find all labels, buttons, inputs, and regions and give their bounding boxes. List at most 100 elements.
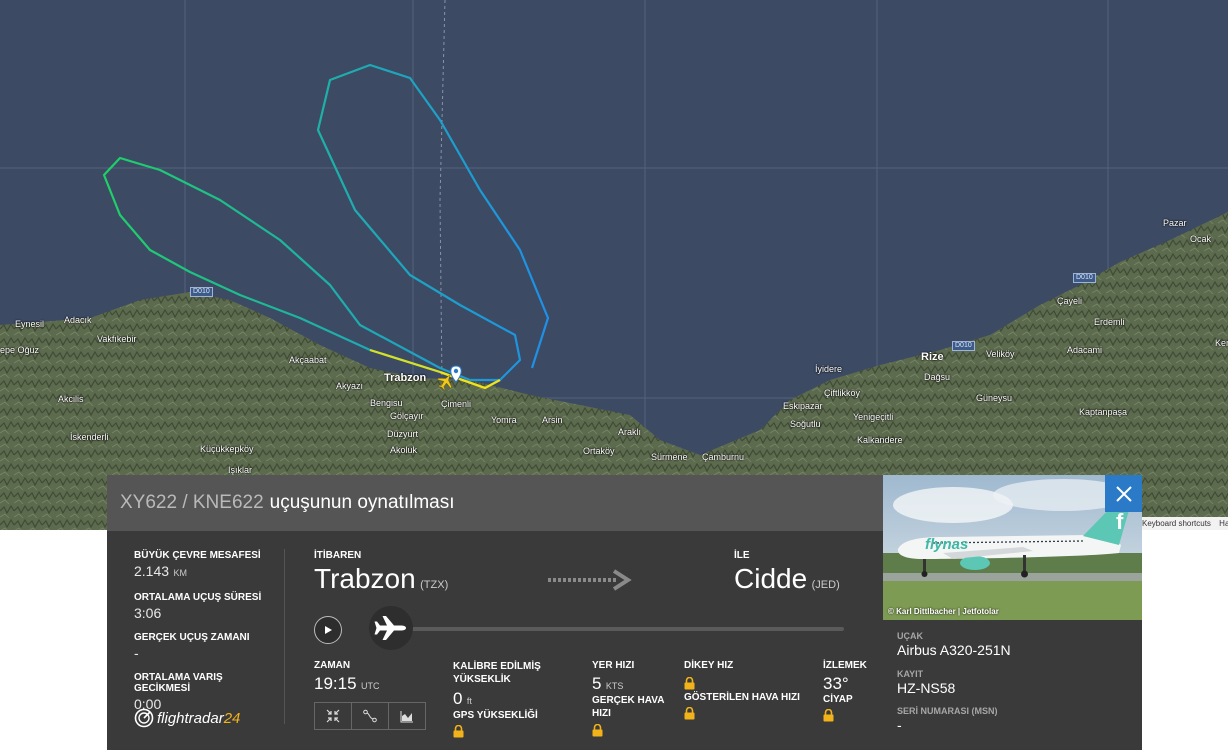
map-label: Adacami bbox=[1067, 345, 1103, 355]
track-block: İZLEMEK 33° CİYAP bbox=[823, 660, 883, 727]
true-airspeed-label: GERÇEK HAVA HIZI bbox=[592, 695, 665, 719]
map-label: Yomra bbox=[491, 415, 517, 425]
map-label: Vakfıkebir bbox=[97, 334, 137, 344]
time-block: ZAMAN 19:15 UTC bbox=[314, 660, 380, 694]
time-unit: UTC bbox=[361, 681, 380, 691]
flight-number: XY622 / KNE622 bbox=[120, 492, 264, 513]
keyboard-shortcuts-link[interactable]: Keyboard shortcuts Ha bbox=[1138, 517, 1228, 530]
destination-code: (JED) bbox=[811, 579, 840, 591]
map-label: Akcilis bbox=[58, 394, 84, 404]
avg-duration-value: 3:06 bbox=[134, 605, 162, 621]
map-label: Kaptanpaşa bbox=[1079, 407, 1128, 417]
radar-logo-icon bbox=[134, 708, 154, 728]
fit-view-button[interactable] bbox=[315, 703, 352, 729]
map-label: İskenderli bbox=[70, 432, 109, 442]
track-value: 33° bbox=[823, 674, 849, 693]
svg-text:f: f bbox=[1116, 509, 1124, 534]
squawk-label: CİYAP bbox=[823, 694, 853, 705]
to-label: İLE bbox=[734, 550, 750, 561]
gps-altitude-label: GPS YÜKSEKLİĞİ bbox=[453, 710, 538, 721]
stats-column: BÜYÜK ÇEVRE MESAFESİ 2.143 KM ORTALAMA U… bbox=[134, 550, 279, 712]
map-label: Küçükkepköy bbox=[200, 444, 254, 454]
map-label: Kendirli bbox=[1215, 338, 1228, 348]
vertical-speed-label: DİKEY HIZ bbox=[684, 660, 734, 671]
map-label: Veliköy bbox=[986, 349, 1015, 359]
msn-label: SERİ NUMARASI (MSN) bbox=[897, 706, 998, 716]
close-icon bbox=[1115, 485, 1132, 502]
route-arrow-icon bbox=[548, 569, 632, 591]
lock-icon bbox=[453, 725, 464, 738]
logo-number: 24 bbox=[223, 709, 241, 727]
map-label: Dağsu bbox=[924, 372, 951, 382]
from-label: İTİBAREN bbox=[314, 550, 362, 561]
airplane-icon bbox=[374, 616, 406, 640]
compress-icon bbox=[326, 709, 340, 723]
map-label: Eynesil bbox=[15, 319, 45, 329]
timeline-scrubber[interactable] bbox=[369, 606, 413, 650]
map-label: Pazar bbox=[1163, 218, 1187, 228]
route-icon bbox=[363, 709, 377, 723]
aircraft-type-value: Airbus A320-251N bbox=[897, 642, 1011, 658]
map-label: Araklı bbox=[618, 427, 642, 437]
photo-credit[interactable]: © Karl Dittlbacher | Jetfotolar bbox=[888, 607, 999, 616]
map-label: Akçaabat bbox=[289, 355, 327, 365]
keyboard-shortcuts-label: Keyboard shortcuts bbox=[1142, 519, 1211, 528]
ground-speed-label: YER HIZI bbox=[592, 660, 635, 671]
origin-block: İTİBAREN Trabzon (TZX) bbox=[314, 550, 448, 595]
map-label: Eskipazar bbox=[783, 401, 823, 411]
altitude-graph-button[interactable] bbox=[389, 703, 425, 729]
map-label: Ocak bbox=[1190, 234, 1212, 244]
map-label: Akoluk bbox=[390, 445, 418, 455]
graph-icon bbox=[400, 711, 413, 723]
lock-icon bbox=[684, 677, 695, 690]
livery-text: flynas bbox=[925, 536, 968, 553]
time-value: 19:15 bbox=[314, 674, 357, 693]
destination-city[interactable]: Cidde bbox=[734, 563, 807, 594]
flightradar24-logo[interactable]: flightradar 24 bbox=[134, 708, 240, 728]
distance-unit: KM bbox=[173, 568, 188, 578]
road-shield: D010 bbox=[952, 341, 975, 351]
origin-city[interactable]: Trabzon bbox=[314, 563, 416, 594]
map-label: Bengisu bbox=[370, 398, 403, 408]
playback-panel: XY622 / KNE622 uçuşunun oynatılması BÜYÜ… bbox=[107, 475, 883, 750]
play-button[interactable] bbox=[314, 616, 342, 644]
indicated-airspeed-label: GÖSTERİLEN HAVA HIZI bbox=[684, 692, 800, 703]
map-label: Çayeli bbox=[1057, 296, 1083, 306]
altitude-block: KALİBRE EDİLMİŞ YÜKSEKLİK 0 ft GPS YÜKSE… bbox=[453, 660, 563, 743]
aircraft-photo[interactable]: f flynas © Karl Dittlbacher | Jetfotolar bbox=[883, 475, 1142, 620]
msn-value: - bbox=[897, 717, 902, 733]
great-circle-value: 2.143 bbox=[134, 563, 170, 579]
map-label: Işıklar bbox=[228, 465, 253, 475]
map-label: Arsin bbox=[542, 415, 563, 425]
vertical-speed-block: DİKEY HIZ GÖSTERİLEN HAVA HIZI bbox=[684, 660, 804, 725]
map-label: Akyazı bbox=[336, 381, 364, 391]
panel-header: XY622 / KNE622 uçuşunun oynatılması bbox=[107, 475, 883, 531]
map-label: Çamburnu bbox=[702, 452, 745, 462]
road-shield: D010 bbox=[1073, 273, 1096, 283]
aircraft-image: f flynas bbox=[883, 475, 1142, 620]
origin-code: (TZX) bbox=[420, 579, 449, 591]
map-view[interactable]: Eynesil Adacık Vakfıkebir epe Oğuz Akçaa… bbox=[0, 0, 1228, 530]
aircraft-type-label: UÇAK bbox=[897, 631, 923, 641]
actual-time-value: - bbox=[134, 645, 139, 661]
map-attribution-text: Ha bbox=[1219, 519, 1228, 528]
map-label: Trabzon bbox=[384, 372, 427, 384]
map-label: Yenigeçitli bbox=[853, 412, 894, 422]
map-label: Kalkandere bbox=[857, 435, 903, 445]
map-label: Adacık bbox=[64, 315, 92, 325]
registration-value[interactable]: HZ-NS58 bbox=[897, 680, 955, 696]
road-shield: D010 bbox=[190, 287, 213, 297]
close-button[interactable] bbox=[1105, 475, 1142, 512]
ground-speed-value: 5 bbox=[592, 674, 602, 693]
map-label: Güneysu bbox=[976, 393, 1013, 403]
column-divider bbox=[284, 549, 285, 724]
speed-block: YER HIZI 5 KTS GERÇEK HAVA HIZI bbox=[592, 660, 672, 742]
map-label: Çiftlikköy bbox=[824, 388, 861, 398]
route-view-button[interactable] bbox=[352, 703, 389, 729]
time-label: ZAMAN bbox=[314, 660, 351, 671]
aircraft-panel: f flynas © Karl Dittlbacher | Jetfotolar… bbox=[883, 475, 1142, 750]
destination-block: İLE Cidde (JED) bbox=[734, 550, 840, 595]
map-label: Erdemli bbox=[1094, 317, 1125, 327]
playback-timeline[interactable] bbox=[377, 627, 844, 631]
map-label: Rize bbox=[921, 351, 944, 363]
